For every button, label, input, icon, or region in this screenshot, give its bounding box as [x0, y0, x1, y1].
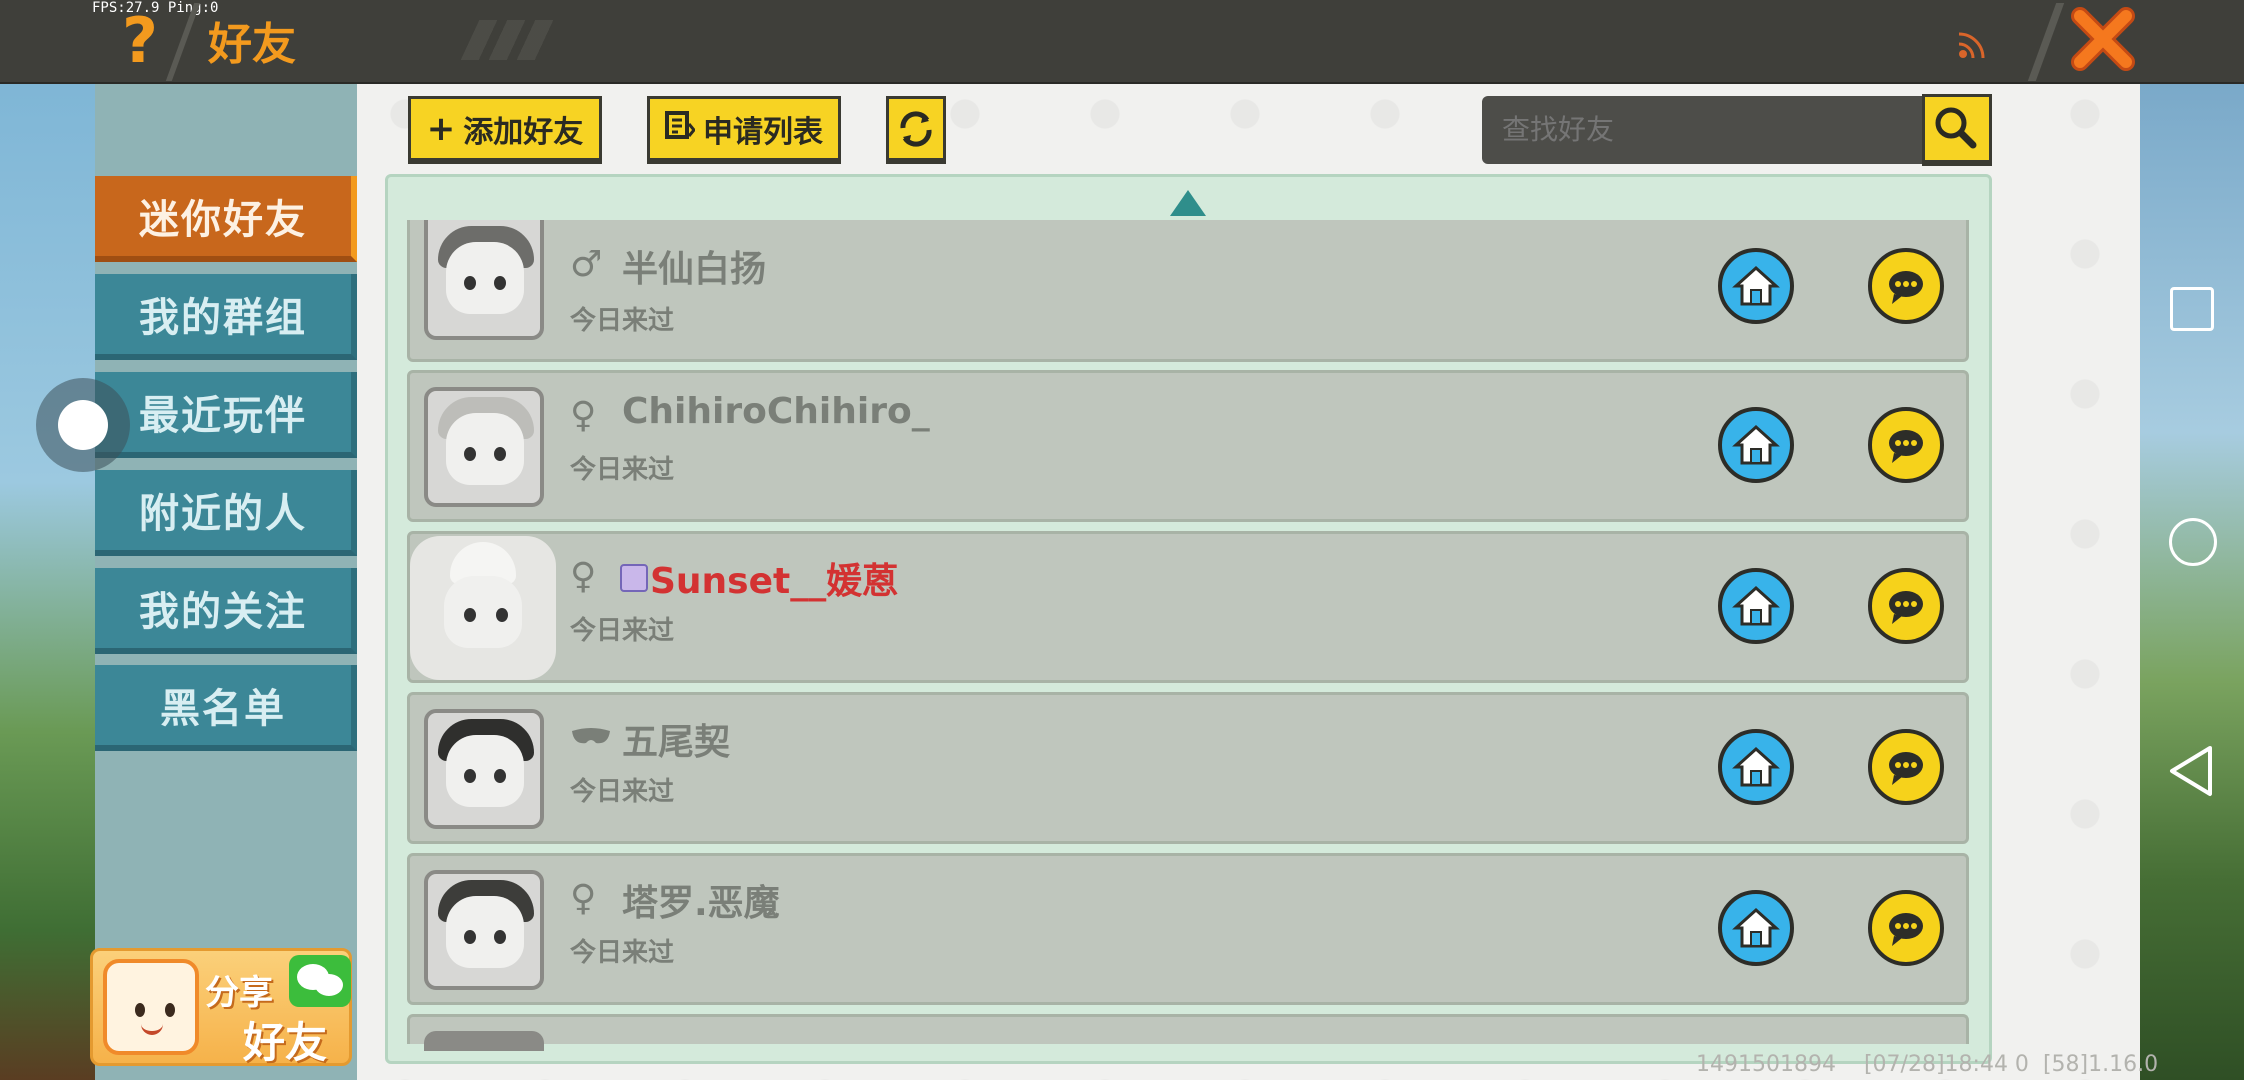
search-input[interactable]	[1482, 96, 1924, 164]
avatar	[410, 536, 556, 680]
refresh-button[interactable]	[886, 96, 946, 164]
visit-home-button[interactable]	[1718, 248, 1794, 324]
back-icon[interactable]	[2166, 744, 2216, 798]
friend-row[interactable]: ♀ Sunset__媛蒽 今日来过	[407, 531, 1969, 683]
friend-row[interactable]: 五尾契 今日来过	[407, 692, 1969, 844]
avatar	[424, 870, 544, 990]
timestamp: [07/28]18:44 0	[1863, 1052, 2029, 1077]
chat-button[interactable]	[1868, 729, 1944, 805]
visit-home-button[interactable]	[1718, 407, 1794, 483]
share-label: 分享	[205, 973, 273, 1013]
home-icon	[1732, 907, 1780, 948]
add-friend-button[interactable]: + 添加好友	[408, 96, 602, 164]
nav-item-my-groups[interactable]: 我的群组	[95, 274, 357, 360]
search-button[interactable]	[1922, 94, 1992, 166]
game-background-right	[2140, 84, 2244, 1080]
nav-item-mini-friends[interactable]: 迷你好友	[95, 176, 357, 262]
close-icon	[2071, 7, 2135, 71]
friend-name: 五尾契	[622, 722, 731, 763]
add-friend-label: 添加好友	[463, 114, 584, 150]
nav-item-blacklist[interactable]: 黑名单	[95, 665, 357, 751]
wechat-icon	[289, 955, 351, 1007]
page-title: 好友	[208, 19, 296, 70]
vip-badge-icon	[620, 564, 648, 592]
nav-item-nearby[interactable]: 附近的人	[95, 470, 357, 556]
friend-name: 塔罗.恶魔	[622, 883, 780, 924]
top-bar: FPS:27.9 Ping:0 ? 好友	[0, 0, 2244, 84]
apply-list-label: 申请列表	[703, 114, 823, 150]
search-icon	[1935, 107, 1977, 149]
friend-row[interactable]: ♀ ChihiroChihiro_ 今日来过	[407, 370, 1969, 522]
home-nav-icon[interactable]	[2169, 518, 2217, 566]
last-seen: 今日来过	[570, 616, 675, 646]
floating-assist-ball[interactable]	[36, 378, 130, 472]
recent-apps-icon[interactable]	[2170, 287, 2214, 331]
list-icon	[665, 109, 696, 149]
chat-icon	[1889, 591, 1923, 624]
avatar	[424, 709, 544, 829]
scroll-up-icon[interactable]	[1170, 190, 1206, 216]
avatar	[424, 220, 544, 340]
friend-row[interactable]: ♀ 塔罗.恶魔 今日来过	[407, 853, 1969, 1005]
visit-home-button[interactable]	[1718, 890, 1794, 966]
avatar	[424, 387, 544, 507]
close-button[interactable]	[2070, 6, 2136, 72]
signal-icon	[1955, 28, 1989, 62]
chat-button[interactable]	[1868, 568, 1944, 644]
divider	[2027, 3, 2065, 81]
chat-button[interactable]	[1868, 890, 1944, 966]
version: [58]1.16.0	[2042, 1052, 2159, 1077]
chat-icon	[1889, 430, 1923, 463]
last-seen: 今日来过	[570, 777, 675, 807]
last-seen: 今日来过	[570, 938, 675, 968]
friend-code-label: 好友令	[243, 1018, 328, 1080]
last-seen: 今日来过	[570, 306, 675, 336]
friend-row[interactable]: ♂ 半仙白扬 今日来过	[407, 220, 1969, 362]
apply-list-button[interactable]: 申请列表	[647, 96, 841, 164]
footer-info: 1491501894 [07/28]18:44 0 [58]1.16.0	[1696, 1052, 2158, 1077]
visit-home-button[interactable]	[1718, 568, 1794, 644]
help-icon[interactable]: ?	[112, 6, 168, 76]
home-icon	[1732, 424, 1780, 465]
friend-row[interactable]	[407, 1014, 1969, 1051]
user-id: 1491501894	[1696, 1052, 1836, 1077]
refresh-icon	[900, 110, 932, 147]
female-icon: ♀	[570, 878, 597, 919]
friend-name: 半仙白扬	[622, 249, 767, 290]
chat-icon	[1889, 913, 1923, 946]
friend-name: Sunset__媛蒽	[650, 561, 899, 602]
home-icon	[1732, 746, 1780, 787]
home-icon	[1732, 265, 1780, 306]
chat-button[interactable]	[1868, 407, 1944, 483]
mascot-icon	[103, 959, 199, 1055]
nav-item-following[interactable]: 我的关注	[95, 568, 357, 654]
chat-button[interactable]	[1868, 248, 1944, 324]
female-icon: ♀	[570, 395, 597, 436]
home-icon	[1732, 585, 1780, 626]
plus-icon: +	[426, 108, 456, 149]
visit-home-button[interactable]	[1718, 729, 1794, 805]
female-icon: ♀	[570, 556, 597, 597]
share-friend-code-card[interactable]: 分享 好友令	[90, 948, 352, 1080]
game-background-left	[0, 84, 95, 1080]
friend-name: ChihiroChihiro_	[622, 391, 930, 432]
chat-icon	[1889, 752, 1923, 785]
avatar	[424, 1031, 544, 1051]
mask-icon	[570, 723, 612, 756]
chat-icon	[1889, 271, 1923, 304]
nav-item-recent-players[interactable]: 最近玩伴	[95, 372, 357, 458]
last-seen: 今日来过	[570, 455, 675, 485]
decoration	[460, 20, 560, 60]
male-icon: ♂	[570, 244, 603, 285]
